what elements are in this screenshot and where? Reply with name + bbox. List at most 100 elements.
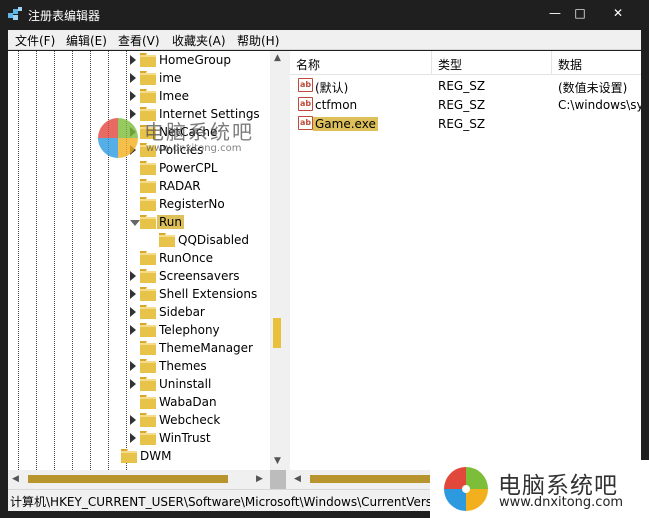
column-header-name[interactable]: 名称 [290,51,432,75]
tree-item[interactable]: WinTrust [130,430,286,448]
scroll-left-icon[interactable]: ◀ [294,474,301,484]
watermark-overlay: 电脑系统吧 www.dnxitong.com [96,116,286,160]
tree-item-label: Screensavers [159,269,240,283]
tree-item[interactable]: RegisterNo [130,196,286,214]
tree-vertical-scrollbar[interactable]: ▲ ▼ [270,51,286,470]
folder-icon [140,179,156,193]
tree-item[interactable]: PowerCPL [130,160,286,178]
expand-arrow-icon[interactable] [130,271,136,281]
tree-item-label: Webcheck [159,413,221,427]
tree-item-label: ThemeManager [159,341,253,355]
tree-horizontal-scroll-thumb[interactable] [28,475,228,483]
tree-item[interactable]: Uninstall [130,376,286,394]
value-row-selected[interactable]: ab Game.exe REG_SZ [290,115,641,134]
expand-arrow-icon[interactable] [130,415,136,425]
tree-item[interactable]: DWM [111,448,286,466]
tree-horizontal-scrollbar[interactable]: ◀ ▶ [8,470,270,489]
tree-item[interactable]: Screensavers [130,268,286,286]
folder-icon [140,197,156,211]
tree-item[interactable]: ThemeManager [130,340,286,358]
tree-item[interactable]: Shell Extensions [130,286,286,304]
tree-item-label: Telephony [159,323,220,337]
tree-guide-line [108,51,109,470]
value-name: Game.exe [313,117,378,131]
value-row[interactable]: ab (默认) REG_SZ (数值未设置) [290,77,641,96]
maximize-button[interactable]: □ [570,4,590,22]
expand-arrow-icon[interactable] [130,361,136,371]
column-header-type[interactable]: 类型 [432,51,552,75]
values-pane[interactable]: 名称 类型 数据 ab (默认) REG_SZ (数值未设置) ab ctfmo… [290,51,641,489]
tree-item-label: Imee [159,89,189,103]
tree-item[interactable]: HomeGroup [130,52,286,70]
values-horizontal-scroll-thumb[interactable] [310,475,430,483]
collapse-arrow-icon[interactable] [130,220,140,226]
tree-guide-line [36,51,37,470]
folder-icon [140,413,156,427]
expand-arrow-icon[interactable] [130,307,136,317]
menu-help[interactable]: 帮助(H) [237,32,279,49]
value-type: REG_SZ [438,117,486,131]
tree-item[interactable]: WabaDan [130,394,286,412]
expand-arrow-icon[interactable] [130,289,136,299]
tree-item-label: Uninstall [159,377,212,391]
minimize-button[interactable]: — [545,4,565,22]
expand-arrow-icon[interactable] [130,55,136,65]
tree-item[interactable]: RunOnce [130,250,286,268]
string-value-icon: ab [298,116,313,130]
menu-edit[interactable]: 编辑(E) [66,32,107,49]
folder-icon [140,251,156,265]
scrollbar-corner [270,470,286,489]
value-name: (默认) [315,81,349,95]
tree-item[interactable]: Imee [130,88,286,106]
title-bar: 注册表编辑器 — □ ✕ [0,0,649,30]
value-data: C:\windows\sys [558,98,641,112]
watermark-badge: 电脑系统吧 www.dnxitong.com [430,460,649,518]
tree-item[interactable]: Sidebar [130,304,286,322]
expand-arrow-icon[interactable] [130,91,136,101]
value-type: REG_SZ [438,79,486,93]
folder-icon [140,161,156,175]
tree-guide-line [72,51,73,470]
tree-item[interactable]: QQDisabled [149,232,286,250]
tree-item[interactable]: Themes [130,358,286,376]
tree-item[interactable]: Webcheck [130,412,286,430]
menu-favorites[interactable]: 收藏夹(A) [172,32,226,49]
tree-item[interactable]: Telephony [130,322,286,340]
folder-icon [140,395,156,409]
tree-guide-line [126,51,127,470]
menu-view[interactable]: 查看(V) [118,32,160,49]
folder-icon [140,431,156,445]
expand-arrow-icon[interactable] [130,433,136,443]
column-header-data[interactable]: 数据 [552,51,641,75]
folder-icon [140,269,156,283]
folder-open-icon [140,215,156,229]
folder-icon [140,89,156,103]
folder-icon [140,377,156,391]
tree-item-label: QQDisabled [178,233,250,247]
expand-arrow-icon[interactable] [130,379,136,389]
registry-editor-icon [8,7,22,20]
menu-bar: 文件(F) 编辑(E) 查看(V) 收藏夹(A) 帮助(H) [8,30,641,50]
tree-item-label: WinTrust [159,431,211,445]
tree-item-label: Sidebar [159,305,205,319]
tree-item-label: HomeGroup [159,53,231,67]
value-name: ctfmon [315,98,358,112]
scroll-down-icon[interactable]: ▼ [274,456,281,466]
scroll-left-icon[interactable]: ◀ [12,474,19,484]
scroll-right-icon[interactable]: ▶ [256,474,263,484]
string-value-icon: ab [298,78,313,92]
watermark-logo-icon [98,118,138,158]
tree-item-label: Shell Extensions [159,287,258,301]
tree-item-selected[interactable]: Run [130,214,286,232]
tree-item[interactable]: ime [130,70,286,88]
folder-icon [140,359,156,373]
scroll-up-icon[interactable]: ▲ [274,53,281,63]
menu-file[interactable]: 文件(F) [15,32,55,49]
tree-vertical-scroll-thumb[interactable] [273,318,281,348]
value-row[interactable]: ab ctfmon REG_SZ C:\windows\sys [290,96,641,115]
expand-arrow-icon[interactable] [130,325,136,335]
folder-icon [140,287,156,301]
close-button[interactable]: ✕ [608,4,628,22]
expand-arrow-icon[interactable] [130,73,136,83]
tree-item[interactable]: RADAR [130,178,286,196]
